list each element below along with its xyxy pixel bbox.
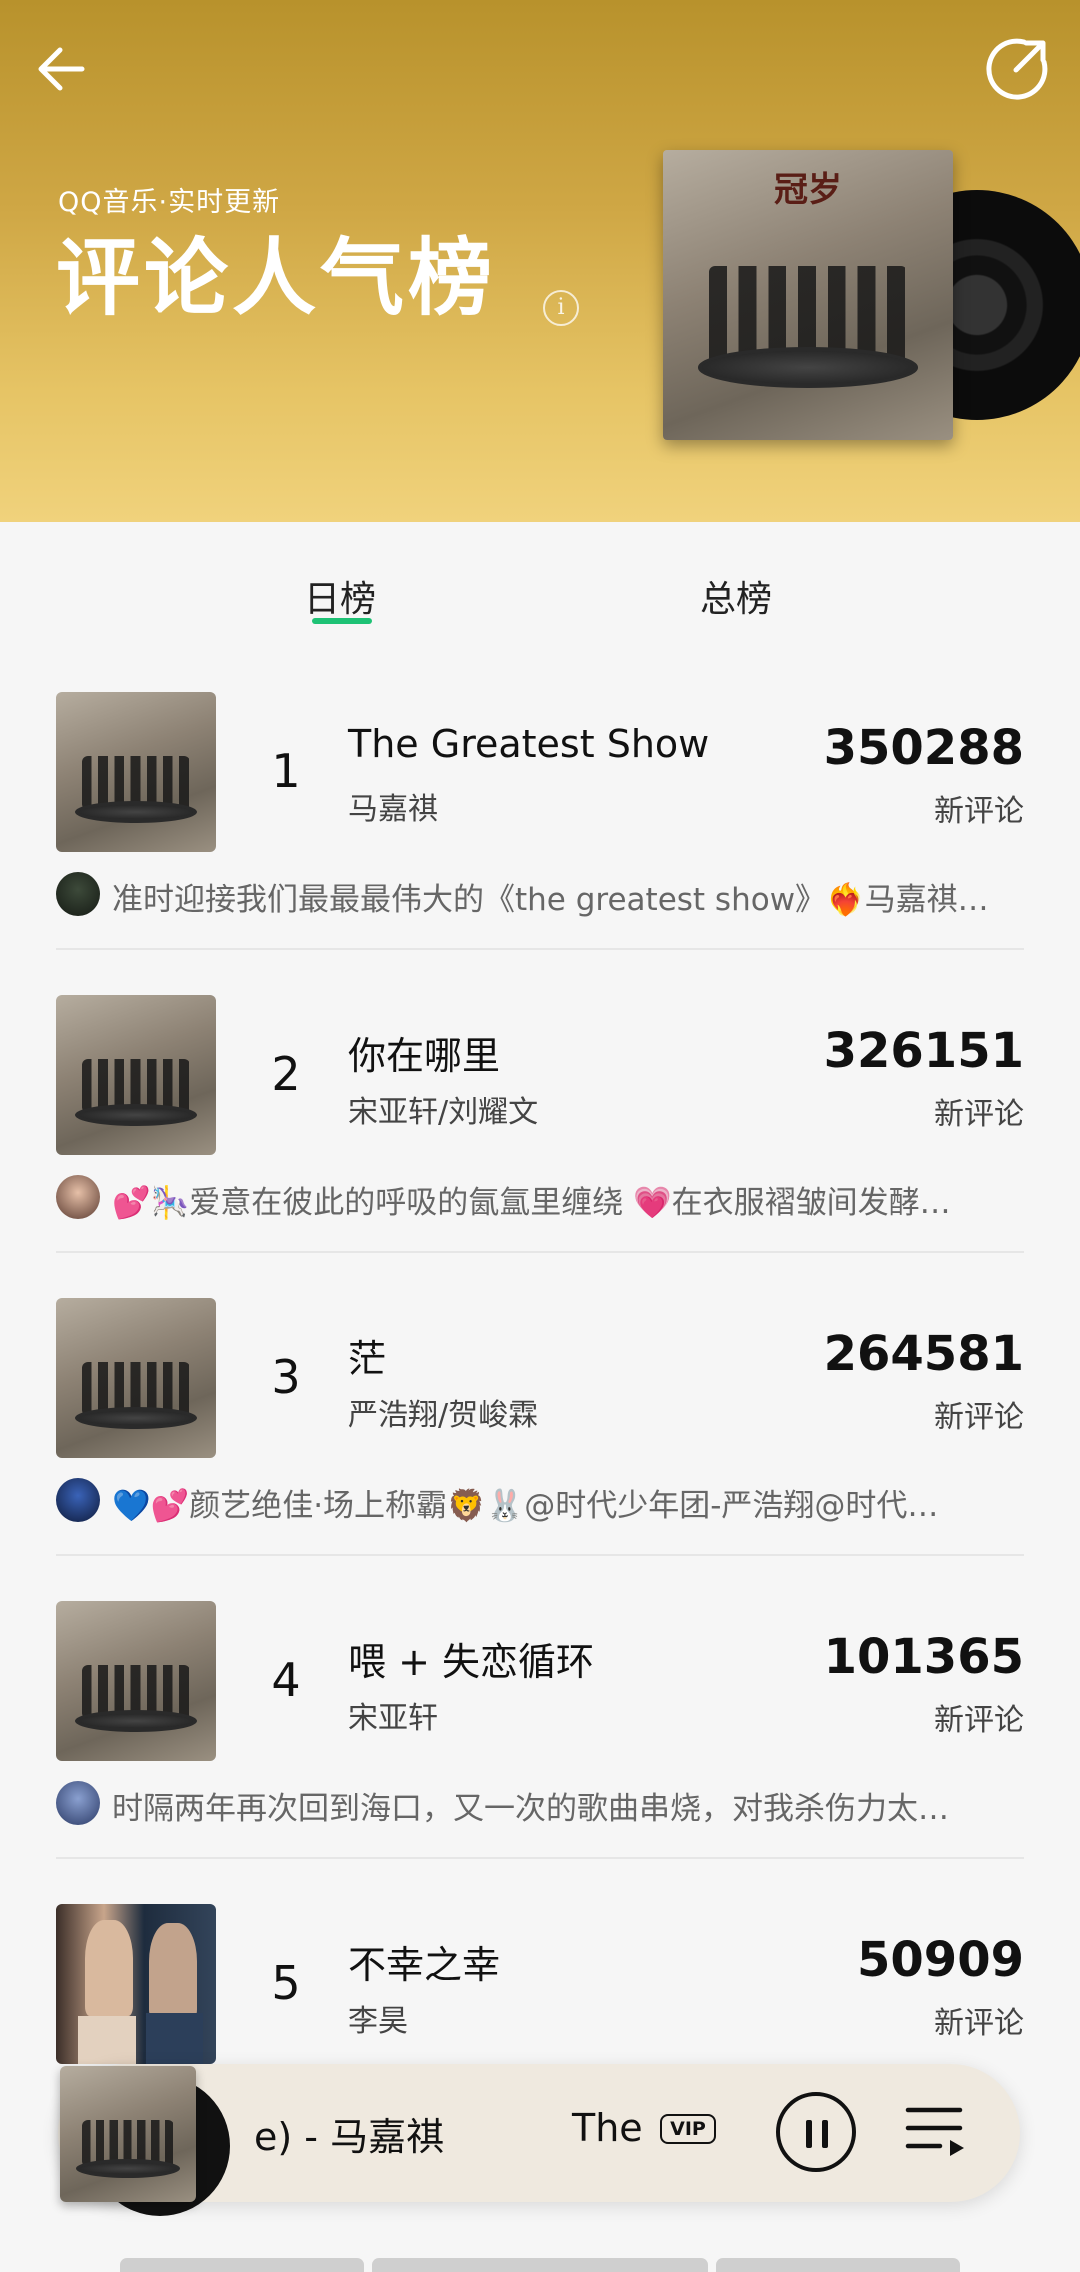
now-playing-scroll-text: The	[572, 2106, 643, 2150]
avatar	[56, 1478, 100, 1522]
comment-count: 264581	[823, 1326, 1024, 1382]
comment-count-label: 新评论	[934, 1400, 1024, 1435]
avatar	[56, 872, 100, 916]
rank-number: 3	[271, 1350, 301, 1404]
song-cover-art	[56, 1298, 216, 1458]
chart-row[interactable]: 1 The Greatest Show 马嘉祺 350288 新评论 准时迎接我…	[56, 692, 1024, 995]
chart-row[interactable]: 4 喂 + 失恋循环 宋亚轩 101365 新评论 时隔两年再次回到海口，又一次…	[56, 1601, 1024, 1904]
song-title: 茫	[348, 1337, 387, 1381]
rank-number: 5	[271, 1956, 301, 2010]
back-arrow-icon[interactable]	[30, 34, 100, 104]
vip-badge: VIP	[660, 2114, 716, 2144]
chart-list-panel: 日榜 总榜 1 The Greatest Show 马嘉祺 350288 新评论…	[0, 522, 1080, 2272]
info-icon[interactable]: i	[543, 290, 579, 326]
avatar	[56, 1175, 100, 1219]
header: QQ音乐·实时更新 评论人气榜 i 冠岁	[0, 0, 1080, 522]
comment-count: 326151	[823, 1023, 1024, 1079]
song-cover-art	[56, 995, 216, 1155]
comment-count-label: 新评论	[934, 794, 1024, 829]
song-title: 你在哪里	[348, 1034, 501, 1078]
bottom-tab-hint	[716, 2258, 960, 2272]
top-comment[interactable]: 💕🎠爱意在彼此的呼吸的氤氲里缠绕 💗在衣服褶皱间发酵…	[56, 1175, 1024, 1221]
song-title: 喂 + 失恋循环	[348, 1640, 594, 1684]
cover-glyph: 冠岁	[774, 169, 842, 210]
comment-text: 💕🎠爱意在彼此的呼吸的氤氲里缠绕 💗在衣服褶皱间发酵…	[112, 1185, 951, 1221]
song-artist: 马嘉祺	[348, 792, 438, 827]
cover-stage	[697, 347, 919, 388]
chart-row[interactable]: 2 你在哪里 宋亚轩/刘耀文 326151 新评论 💕🎠爱意在彼此的呼吸的氤氲里…	[56, 995, 1024, 1298]
tab-bar: 日榜 总榜	[0, 522, 1080, 652]
song-cover-art	[56, 1601, 216, 1761]
song-artist: 宋亚轩	[348, 1701, 438, 1736]
avatar	[56, 1781, 100, 1825]
bottom-tab-hint	[372, 2258, 708, 2272]
divider	[56, 1251, 1024, 1253]
song-cover-art	[56, 692, 216, 852]
chart-row[interactable]: 3 茫 严浩翔/贺峻霖 264581 新评论 💙💕颜艺绝佳·场上称霸🦁🐰@时代少…	[56, 1298, 1024, 1601]
rank-number: 4	[271, 1653, 301, 1707]
bottom-tab-hint	[120, 2258, 364, 2272]
song-artist: 严浩翔/贺峻霖	[348, 1398, 539, 1433]
divider	[56, 1554, 1024, 1556]
comment-count: 350288	[823, 720, 1024, 776]
playlist-icon[interactable]	[904, 2100, 970, 2162]
now-playing-cover-art[interactable]	[60, 2066, 196, 2202]
tab-daily[interactable]: 日榜	[304, 570, 376, 622]
song-artist: 宋亚轩/刘耀文	[348, 1095, 539, 1130]
active-tab-indicator	[312, 618, 372, 624]
top-comment[interactable]: 💙💕颜艺绝佳·场上称霸🦁🐰@时代少年团-严浩翔@时代…	[56, 1478, 1024, 1524]
tab-total[interactable]: 总榜	[700, 570, 772, 622]
comment-text: 准时迎接我们最最最伟大的《the greatest show》❤️‍🔥马嘉祺…	[112, 882, 989, 918]
song-title: 不幸之幸	[348, 1943, 501, 1987]
page-title: 评论人气榜	[56, 229, 497, 327]
comment-count-label: 新评论	[934, 2006, 1024, 2041]
now-playing-title[interactable]: e) - 马嘉祺	[254, 2106, 454, 2161]
top-comment[interactable]: 准时迎接我们最最最伟大的《the greatest show》❤️‍🔥马嘉祺…	[56, 872, 1024, 918]
divider	[56, 1857, 1024, 1859]
chart-subtitle: QQ音乐·实时更新	[58, 187, 281, 218]
pause-icon[interactable]	[776, 2092, 856, 2172]
comment-count-label: 新评论	[934, 1097, 1024, 1132]
comment-count-label: 新评论	[934, 1703, 1024, 1738]
song-artist: 李昊	[348, 2004, 408, 2039]
rank-number: 2	[271, 1047, 301, 1101]
comment-text: 时隔两年再次回到海口，又一次的歌曲串烧，对我杀伤力太…	[112, 1791, 949, 1827]
rank-number: 1	[271, 744, 301, 798]
song-title: The Greatest Show	[348, 722, 710, 766]
song-cover-art	[56, 1904, 216, 2064]
chart-cover-art: 冠岁	[663, 150, 953, 440]
comment-count: 101365	[823, 1629, 1024, 1685]
divider	[56, 948, 1024, 950]
comment-count: 50909	[857, 1932, 1024, 1988]
share-icon[interactable]	[982, 34, 1052, 104]
comment-text: 💙💕颜艺绝佳·场上称霸🦁🐰@时代少年团-严浩翔@时代…	[112, 1488, 939, 1524]
top-comment[interactable]: 时隔两年再次回到海口，又一次的歌曲串烧，对我杀伤力太…	[56, 1781, 1024, 1827]
